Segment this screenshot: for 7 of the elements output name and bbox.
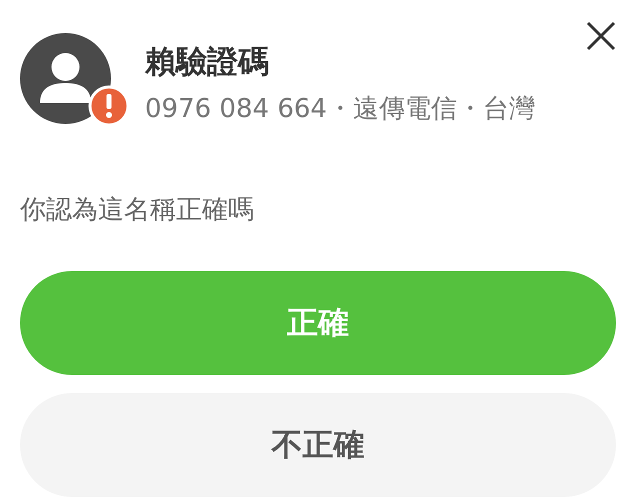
avatar-icon (20, 33, 111, 124)
question-text: 你認為這名稱正確嗎 (20, 194, 255, 227)
caller-details: 0976 084 664・遠傳電信・台灣 (145, 93, 536, 126)
reject-button[interactable]: 不正確 (20, 393, 616, 497)
caller-name: 賴驗證碼 (145, 43, 270, 82)
close-icon (586, 21, 616, 51)
close-button[interactable] (586, 21, 616, 51)
